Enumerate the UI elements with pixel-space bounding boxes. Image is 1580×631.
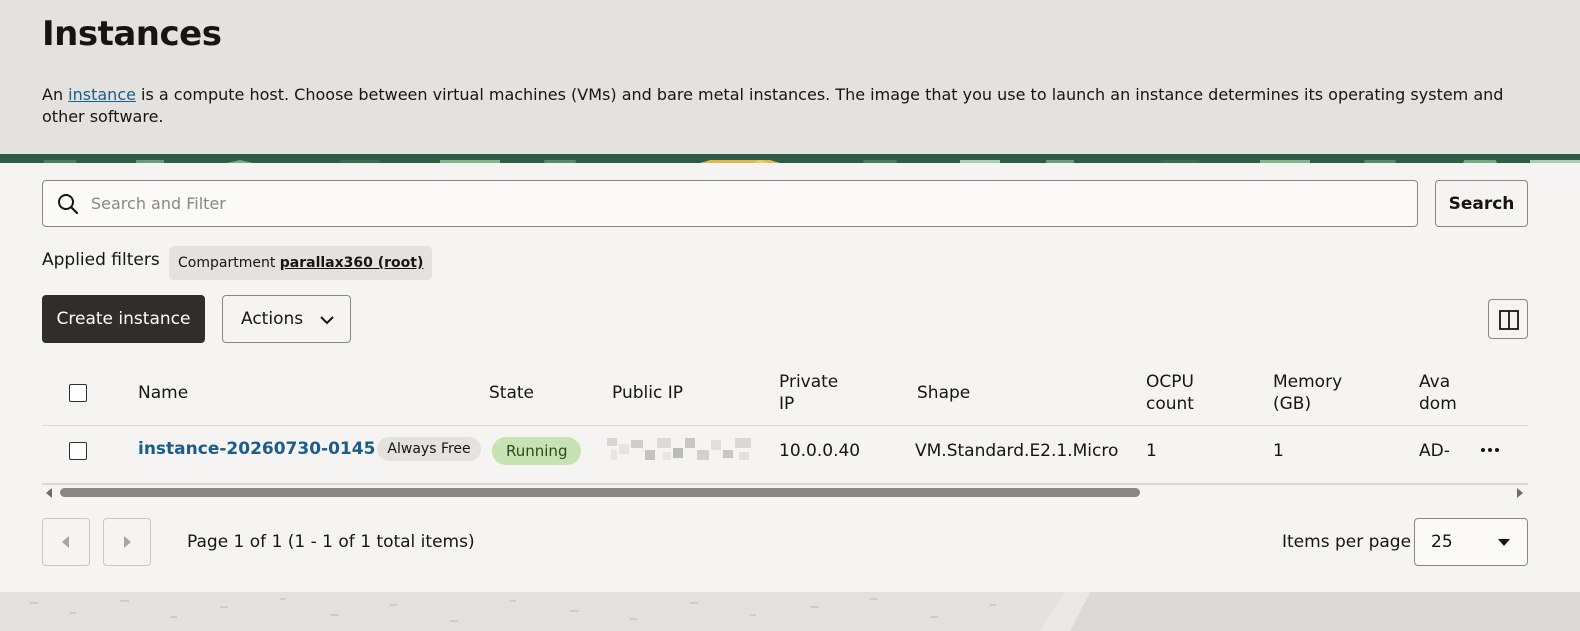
column-header-name[interactable]: Name — [138, 382, 188, 404]
column-header-public-ip[interactable]: Public IP — [612, 382, 683, 404]
row-checkbox[interactable] — [69, 442, 87, 460]
column-header-memory[interactable]: Memory (GB) — [1273, 371, 1342, 415]
create-instance-button[interactable]: Create instance — [42, 295, 205, 343]
search-button[interactable]: Search — [1435, 180, 1528, 227]
caret-down-icon — [1498, 539, 1510, 546]
horizontal-scrollbar[interactable] — [42, 484, 1528, 500]
scroll-right-icon[interactable] — [1516, 488, 1524, 498]
compartment-filter-chip[interactable]: Compartment parallax360 (root) — [169, 246, 433, 280]
next-page-button[interactable] — [103, 518, 151, 566]
scrollbar-thumb[interactable] — [60, 488, 1140, 497]
column-header-private-ip[interactable]: Private IP — [779, 371, 838, 415]
memory-cell: 1 — [1273, 441, 1284, 461]
page-title: Instances — [42, 14, 222, 54]
column-header-shape[interactable]: Shape — [917, 382, 970, 404]
items-per-page-label: Items per page — [1282, 532, 1412, 552]
instance-name-link[interactable]: instance-20260730-0145 — [138, 439, 375, 459]
status-badge: Running — [492, 437, 582, 465]
columns-icon — [1499, 310, 1519, 330]
chevron-down-icon — [320, 316, 334, 325]
instance-name-cell: instance-20260730-0145 Always Free — [138, 437, 481, 461]
page-header: Instances An instance is a compute host.… — [0, 0, 1580, 154]
masked-public-ip — [605, 436, 755, 462]
decorative-banner — [0, 154, 1580, 163]
select-all-checkbox[interactable] — [69, 384, 87, 402]
page-description: An instance is a compute host. Choose be… — [42, 85, 1504, 126]
instance-doc-link[interactable]: instance — [68, 85, 136, 104]
shape-cell: VM.Standard.E2.1.Micro — [915, 441, 1119, 461]
ocpu-cell: 1 — [1146, 441, 1157, 461]
column-header-ocpu[interactable]: OCPU count — [1146, 371, 1194, 415]
always-free-badge: Always Free — [377, 437, 481, 461]
search-box[interactable] — [42, 180, 1418, 227]
decorative-footer — [0, 592, 1580, 631]
header-divider — [42, 425, 1528, 426]
compartment-value[interactable]: parallax360 (root) — [280, 255, 424, 271]
private-ip-cell: 10.0.0.40 — [779, 441, 861, 461]
column-settings-button[interactable] — [1488, 299, 1528, 339]
chevron-left-icon — [62, 536, 69, 548]
applied-filters-label: Applied filters — [42, 250, 160, 270]
search-input[interactable] — [91, 181, 1391, 226]
more-actions-icon[interactable] — [1480, 447, 1500, 453]
column-header-availability-domain[interactable]: Ava dom — [1419, 371, 1457, 415]
page-info: Page 1 of 1 (1 - 1 of 1 total items) — [187, 532, 475, 552]
search-icon — [58, 194, 79, 215]
instances-table: Name State Public IP Private IP Shape OCP… — [42, 369, 1528, 486]
column-header-state[interactable]: State — [489, 382, 534, 404]
availability-domain-cell: AD- — [1419, 441, 1450, 461]
previous-page-button[interactable] — [42, 518, 90, 566]
actions-dropdown-button[interactable]: Actions — [222, 295, 351, 343]
scroll-left-icon[interactable] — [45, 488, 53, 498]
chevron-right-icon — [124, 536, 131, 548]
items-per-page-select[interactable]: 25 — [1414, 518, 1528, 566]
